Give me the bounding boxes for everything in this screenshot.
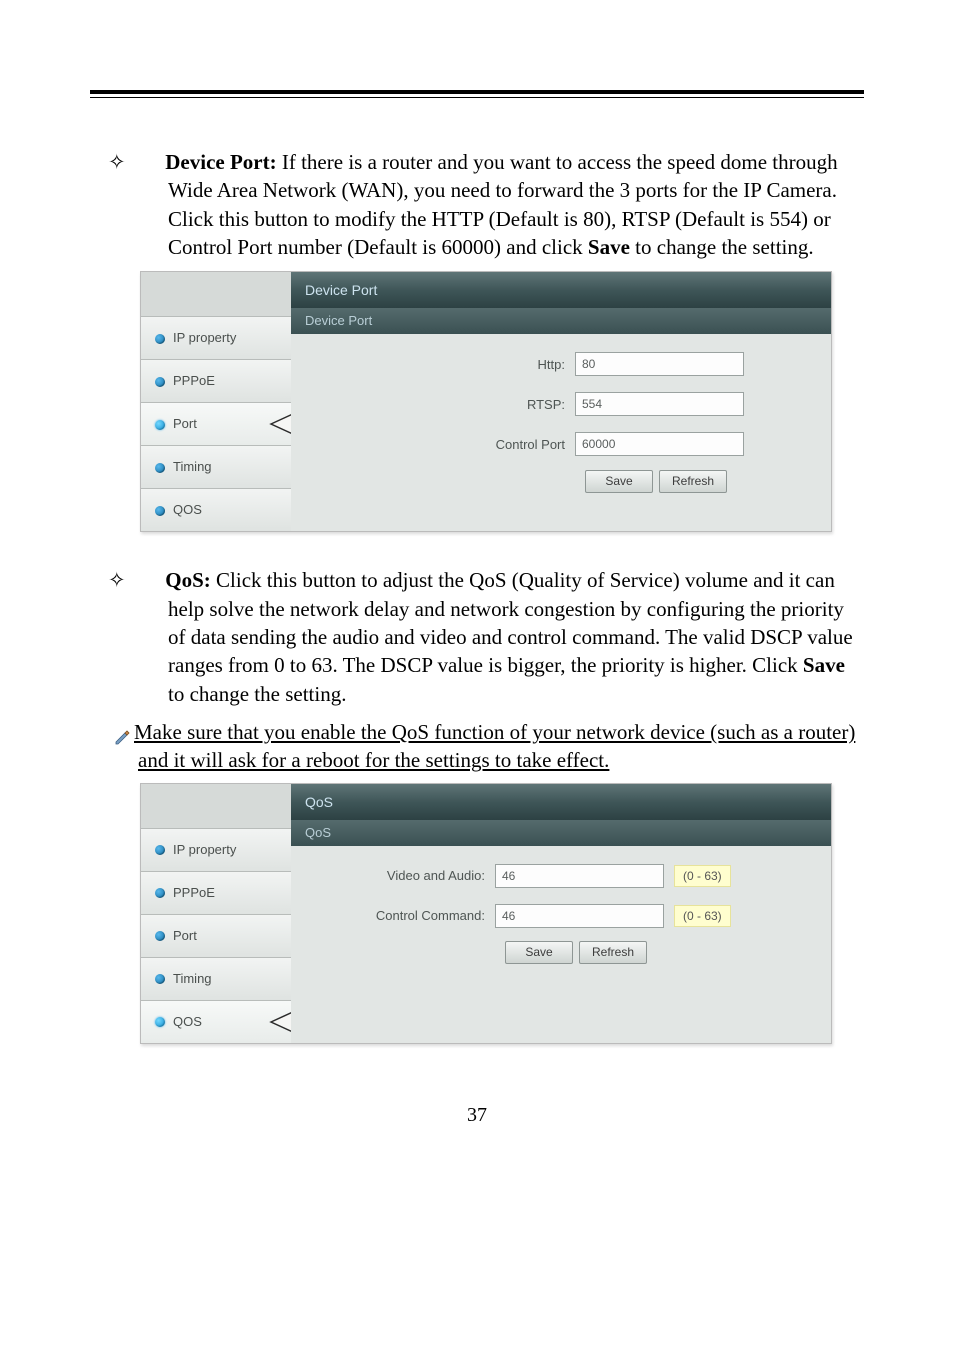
sidebar-item-timing[interactable]: Timing bbox=[141, 957, 291, 1000]
panel-subtitle: Device Port bbox=[291, 308, 831, 334]
diamond-bullet-icon: ✧ bbox=[138, 148, 160, 176]
dot-icon bbox=[155, 334, 165, 344]
note-line: Make sure that you enable the QoS functi… bbox=[138, 718, 864, 775]
sidebar-spacer bbox=[141, 784, 291, 828]
panel-title: QoS bbox=[291, 784, 831, 820]
sidebar-label: Timing bbox=[173, 459, 212, 474]
page-number: 37 bbox=[90, 1104, 864, 1127]
refresh-button[interactable]: Refresh bbox=[579, 941, 647, 964]
label-video-audio: Video and Audio: bbox=[305, 868, 495, 883]
sidebar-label: Timing bbox=[173, 971, 212, 986]
sidebar-spacer bbox=[141, 272, 291, 316]
dot-icon bbox=[155, 420, 165, 430]
label-control-port: Control Port bbox=[305, 437, 575, 452]
qos-save-word: Save bbox=[803, 653, 845, 677]
sidebar-item-qos[interactable]: QOS bbox=[141, 1000, 291, 1043]
sidebar-item-port[interactable]: Port bbox=[141, 402, 291, 445]
sidebar-label: IP property bbox=[173, 842, 236, 857]
input-http[interactable] bbox=[575, 352, 744, 376]
sidebar-label: IP property bbox=[173, 330, 236, 345]
sidebar-label: PPPoE bbox=[173, 885, 215, 900]
paragraph-device-port: ✧ Device Port: If there is a router and … bbox=[120, 148, 864, 261]
dot-icon bbox=[155, 377, 165, 387]
device-port-text-2: to change the setting. bbox=[630, 235, 814, 259]
sidebar-label: QOS bbox=[173, 1014, 202, 1029]
label-control-command: Control Command: bbox=[305, 908, 495, 923]
qos-text-2: to change the setting. bbox=[168, 682, 346, 706]
pencil-icon bbox=[114, 725, 132, 743]
button-row: Save Refresh bbox=[305, 936, 817, 970]
row-control-port: Control Port bbox=[305, 424, 817, 464]
diamond-bullet-icon: ✧ bbox=[138, 566, 160, 594]
sidebar-item-ip-property[interactable]: IP property bbox=[141, 828, 291, 871]
button-row: Save Refresh bbox=[305, 464, 817, 498]
row-http: Http: bbox=[305, 344, 817, 384]
save-button[interactable]: Save bbox=[585, 470, 653, 493]
refresh-button[interactable]: Refresh bbox=[659, 470, 727, 493]
row-rtsp: RTSP: bbox=[305, 384, 817, 424]
sidebar-label: QOS bbox=[173, 502, 202, 517]
row-video-audio: Video and Audio: (0 - 63) bbox=[305, 856, 817, 896]
sidebar-label: PPPoE bbox=[173, 373, 215, 388]
sidebar-item-pppoe[interactable]: PPPoE bbox=[141, 359, 291, 402]
form-area: Http: RTSP: Control Port Save Refresh bbox=[291, 334, 831, 512]
qos-title: QoS: bbox=[165, 568, 211, 592]
horizontal-rule bbox=[90, 90, 864, 98]
panel-subtitle: QoS bbox=[291, 820, 831, 846]
dot-icon bbox=[155, 931, 165, 941]
content-panel: QoS QoS Video and Audio: (0 - 63) Contro… bbox=[291, 784, 831, 1043]
hint-video-audio: (0 - 63) bbox=[674, 865, 731, 887]
sidebar-item-timing[interactable]: Timing bbox=[141, 445, 291, 488]
sidebar: IP property PPPoE Port Timing QOS bbox=[141, 784, 291, 1043]
dot-icon bbox=[155, 506, 165, 516]
label-http: Http: bbox=[305, 357, 575, 372]
sidebar-item-qos[interactable]: QOS bbox=[141, 488, 291, 531]
form-area: Video and Audio: (0 - 63) Control Comman… bbox=[291, 846, 831, 984]
sidebar-label: Port bbox=[173, 416, 197, 431]
row-control-command: Control Command: (0 - 63) bbox=[305, 896, 817, 936]
input-video-audio[interactable] bbox=[495, 864, 664, 888]
hint-control-command: (0 - 63) bbox=[674, 905, 731, 927]
sidebar-label: Port bbox=[173, 928, 197, 943]
input-control-command[interactable] bbox=[495, 904, 664, 928]
sidebar-item-ip-property[interactable]: IP property bbox=[141, 316, 291, 359]
sidebar-item-port[interactable]: Port bbox=[141, 914, 291, 957]
screenshot-device-port: IP property PPPoE Port Timing QOS Device… bbox=[140, 271, 832, 532]
input-rtsp[interactable] bbox=[575, 392, 744, 416]
note-text: Make sure that you enable the QoS functi… bbox=[134, 720, 855, 772]
dot-icon bbox=[155, 845, 165, 855]
content-panel: Device Port Device Port Http: RTSP: Cont… bbox=[291, 272, 831, 531]
panel-title: Device Port bbox=[291, 272, 831, 308]
device-port-title: Device Port: bbox=[165, 150, 276, 174]
screenshot-qos: IP property PPPoE Port Timing QOS QoS Qo… bbox=[140, 783, 832, 1044]
paragraph-qos: ✧ QoS: Click this button to adjust the Q… bbox=[120, 566, 864, 708]
qos-text-1: Click this button to adjust the QoS (Qua… bbox=[168, 568, 853, 677]
dot-icon bbox=[155, 1017, 165, 1027]
sidebar-item-pppoe[interactable]: PPPoE bbox=[141, 871, 291, 914]
dot-icon bbox=[155, 974, 165, 984]
label-rtsp: RTSP: bbox=[305, 397, 575, 412]
device-port-save-word: Save bbox=[588, 235, 630, 259]
save-button[interactable]: Save bbox=[505, 941, 573, 964]
dot-icon bbox=[155, 888, 165, 898]
dot-icon bbox=[155, 463, 165, 473]
input-control-port[interactable] bbox=[575, 432, 744, 456]
sidebar: IP property PPPoE Port Timing QOS bbox=[141, 272, 291, 531]
